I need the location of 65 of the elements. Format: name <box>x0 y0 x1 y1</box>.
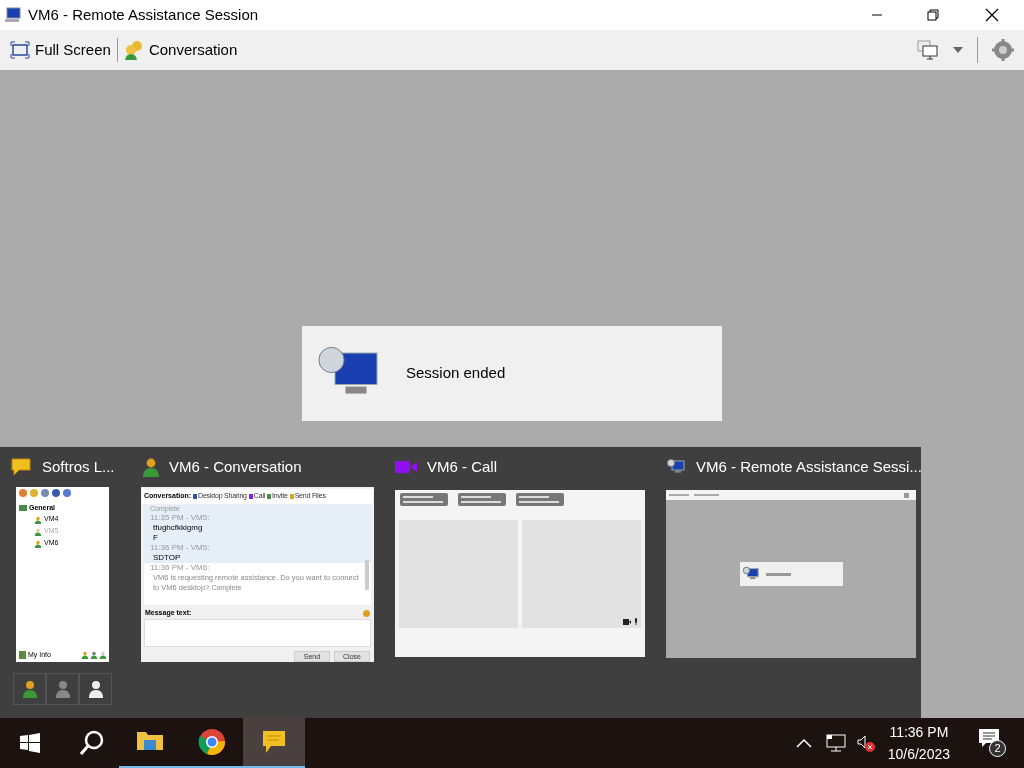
person-icon <box>34 515 41 524</box>
taskbar-button[interactable] <box>243 718 305 768</box>
message-header: 11:35 PM - VM5: <box>150 513 211 523</box>
window-title: Softros L... <box>42 456 115 477</box>
status-button[interactable] <box>79 673 112 705</box>
text-placeholder <box>765 572 791 576</box>
clock-time: 11:36 PM <box>889 723 949 742</box>
full-screen-button[interactable]: Full Screen <box>10 38 111 62</box>
search-icon[interactable] <box>80 730 104 756</box>
monitor-icon <box>4 6 22 24</box>
status-button[interactable] <box>13 673 46 705</box>
notification-text: Session ended <box>406 363 506 384</box>
tool-icon <box>267 494 272 499</box>
screens-icon[interactable] <box>917 40 939 60</box>
message-text: SDTOP <box>152 553 182 563</box>
browser-icon <box>198 728 226 756</box>
person-icon <box>34 539 41 548</box>
message-header: 11:36 PM - VM6: <box>150 563 211 573</box>
group-icon <box>19 504 27 513</box>
tooltip-bubble <box>516 493 564 506</box>
smiley-icon <box>363 609 370 617</box>
tool-icon <box>193 494 198 499</box>
person-icon <box>87 680 104 698</box>
muted-speaker-icon[interactable] <box>855 734 876 752</box>
people-icon <box>123 40 144 60</box>
windows-icon[interactable] <box>20 733 40 753</box>
tooltip-bubble <box>400 493 448 506</box>
scrollbar-thumb[interactable] <box>365 560 369 590</box>
notification-count: 2 <box>989 740 1006 757</box>
network-icon[interactable] <box>825 734 846 752</box>
window-title: VM6 - Remote Assistance Session <box>28 4 259 25</box>
fullscreen-icon <box>10 41 30 59</box>
person-icon <box>54 680 71 698</box>
tool-icon <box>248 494 253 499</box>
message-header: 11:36 PM - VM5: <box>150 543 211 553</box>
person-icon <box>141 457 159 477</box>
close-icon[interactable] <box>985 8 999 22</box>
clock-date: 10/6/2023 <box>887 745 950 764</box>
video-camera-icon <box>395 460 417 474</box>
message-input[interactable] <box>144 619 371 647</box>
camera-icon <box>623 619 631 625</box>
person-icon <box>81 651 88 659</box>
person-icon <box>90 651 97 659</box>
person-icon <box>99 651 106 659</box>
microphone-icon <box>634 618 638 625</box>
person-icon <box>21 680 38 698</box>
session-thumbnail[interactable] <box>666 490 916 658</box>
person-icon <box>34 527 41 536</box>
gear-icon[interactable] <box>992 39 1014 61</box>
message-text: F <box>152 533 159 543</box>
message-text: tfughcfkkigmg <box>152 523 204 533</box>
speech-bubble-icon <box>10 457 32 477</box>
window-title: VM6 - Conversation <box>169 456 302 477</box>
tooltip-bubble <box>458 493 506 506</box>
window-title: VM6 - Remote Assistance Sessi... <box>696 456 922 477</box>
dropdown-icon[interactable] <box>953 47 963 53</box>
restore-icon[interactable] <box>927 9 939 21</box>
conversation-button[interactable]: Conversation <box>123 38 238 62</box>
tool-icon <box>289 494 294 499</box>
clock[interactable]: 11:36 PM 10/6/2023 <box>887 721 950 765</box>
chevron-up-icon[interactable] <box>795 738 812 748</box>
conversation-thumbnail[interactable] <box>141 487 374 662</box>
card-icon <box>19 651 26 659</box>
window-title: VM6 - Call <box>427 456 497 477</box>
call-thumbnail[interactable] <box>395 490 645 657</box>
